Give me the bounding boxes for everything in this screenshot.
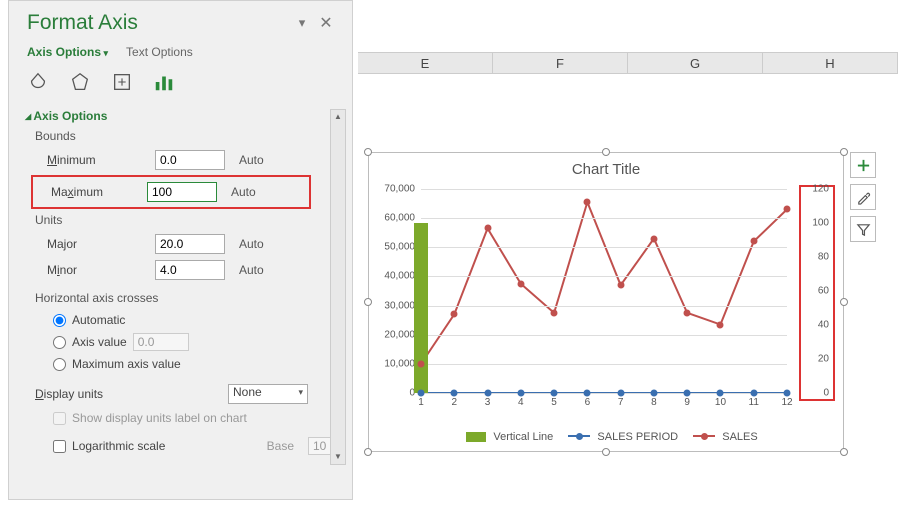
tab-text-options[interactable]: Text Options	[126, 45, 193, 59]
secondary-y-axis[interactable]: 020406080100120	[803, 189, 831, 393]
log-base-label: Base	[267, 439, 294, 453]
resize-handle[interactable]	[602, 448, 610, 456]
axis-value-input	[133, 333, 189, 351]
resize-handle[interactable]	[840, 448, 848, 456]
major-label: Major	[35, 237, 155, 251]
maximum-auto[interactable]: Auto	[231, 185, 271, 199]
legend-item: Vertical Line	[493, 431, 553, 443]
chart-object[interactable]: Chart Title 010,00020,00030,00040,00050,…	[368, 152, 844, 452]
show-units-checkbox	[53, 412, 66, 425]
chart-legend[interactable]: Vertical Line SALES PERIOD SALES	[369, 431, 843, 443]
size-icon[interactable]	[111, 71, 133, 93]
tab-axis-options[interactable]: Axis Options	[27, 45, 108, 59]
fill-icon[interactable]	[27, 71, 49, 93]
col-header[interactable]: F	[493, 53, 628, 73]
maximum-label: Maximum	[35, 185, 147, 199]
minor-auto[interactable]: Auto	[239, 263, 279, 277]
column-headers: E F G H	[358, 52, 898, 74]
scroll-down-icon[interactable]: ▼	[331, 450, 345, 464]
axis-options-icon[interactable]	[153, 71, 175, 93]
chart-title[interactable]: Chart Title	[369, 153, 843, 182]
display-units-label: Display units	[35, 387, 155, 401]
minimum-input[interactable]	[155, 150, 225, 170]
maximum-input[interactable]	[147, 182, 217, 202]
hcross-label: Horizontal axis crosses	[35, 291, 342, 305]
resize-handle[interactable]	[840, 148, 848, 156]
legend-swatch-line	[568, 435, 590, 437]
major-input[interactable]	[155, 234, 225, 254]
pane-title: Format Axis	[27, 11, 290, 35]
chart-lines	[421, 189, 787, 393]
minimum-auto[interactable]: Auto	[239, 153, 279, 167]
radio-automatic[interactable]	[53, 314, 66, 327]
legend-item: SALES PERIOD	[597, 431, 678, 443]
radio-automatic-label: Automatic	[72, 313, 125, 327]
major-auto[interactable]: Auto	[239, 237, 279, 251]
minor-input[interactable]	[155, 260, 225, 280]
pane-scrollbar[interactable]: ▲ ▼	[330, 109, 346, 465]
plot-area[interactable]	[421, 189, 787, 393]
radio-axis-value-label: Axis value	[72, 335, 127, 349]
resize-handle[interactable]	[602, 148, 610, 156]
log-scale-checkbox[interactable]	[53, 440, 66, 453]
resize-handle[interactable]	[364, 298, 372, 306]
effects-icon[interactable]	[69, 71, 91, 93]
scroll-up-icon[interactable]: ▲	[331, 110, 345, 124]
minor-label: Minor	[35, 263, 155, 277]
legend-swatch-bar	[466, 432, 486, 442]
bounds-label: Bounds	[35, 129, 342, 143]
resize-handle[interactable]	[364, 148, 372, 156]
col-header[interactable]: H	[763, 53, 898, 73]
pane-menu-dropdown[interactable]: ▾	[290, 15, 314, 31]
resize-handle[interactable]	[364, 448, 372, 456]
close-icon[interactable]: ✕	[314, 13, 338, 33]
radio-max-axis-value-label: Maximum axis value	[72, 357, 181, 371]
worksheet: E F G H Chart Title 010,00020,00030,0004…	[358, 0, 898, 514]
display-units-select[interactable]: None	[228, 384, 308, 404]
minimum-label: Minimum	[35, 153, 155, 167]
legend-swatch-line	[693, 435, 715, 437]
radio-axis-value[interactable]	[53, 336, 66, 349]
legend-item: SALES	[722, 431, 757, 443]
chart-filters-button[interactable]	[850, 216, 876, 242]
col-header[interactable]: G	[628, 53, 763, 73]
chart-styles-button[interactable]	[850, 184, 876, 210]
primary-y-axis[interactable]: 010,00020,00030,00040,00050,00060,00070,…	[377, 189, 419, 393]
resize-handle[interactable]	[840, 298, 848, 306]
format-axis-pane: Format Axis ▾ ✕ Axis Options Text Option…	[8, 0, 353, 500]
col-header[interactable]: E	[358, 53, 493, 73]
section-axis-options[interactable]: Axis Options	[25, 109, 342, 123]
maximum-highlight: Maximum Auto	[31, 175, 311, 209]
units-label: Units	[35, 213, 342, 227]
chart-elements-button[interactable]	[850, 152, 876, 178]
radio-max-axis-value[interactable]	[53, 358, 66, 371]
log-scale-label: Logarithmic scale	[72, 439, 165, 453]
show-units-label: Show display units label on chart	[72, 411, 247, 425]
